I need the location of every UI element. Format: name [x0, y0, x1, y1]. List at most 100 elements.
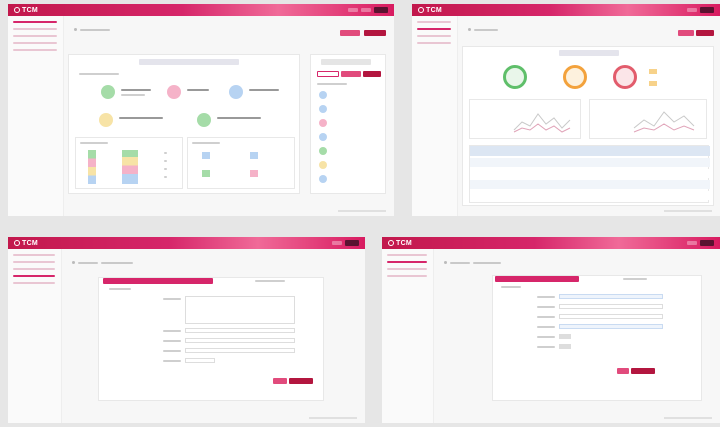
sidebar-item[interactable] — [417, 35, 451, 37]
sidebar-item[interactable] — [13, 35, 57, 37]
file-button[interactable] — [559, 344, 571, 349]
sidebar-item[interactable] — [13, 28, 57, 30]
save-button[interactable] — [289, 378, 313, 384]
line-chart — [633, 111, 695, 133]
logo-mark-icon — [388, 240, 394, 246]
text-field[interactable] — [559, 294, 663, 299]
primary-button[interactable] — [364, 30, 386, 36]
file-button[interactable] — [559, 334, 571, 339]
sidebar-item[interactable] — [13, 268, 55, 270]
tab-active[interactable] — [495, 276, 579, 282]
cancel-button[interactable] — [273, 378, 287, 384]
top-bar: TCM — [8, 237, 365, 249]
notification-icon[interactable] — [687, 241, 697, 245]
top-bar: TCM — [8, 4, 394, 16]
cancel-button[interactable] — [617, 368, 629, 374]
logo: TCM — [418, 5, 442, 15]
sidebar — [382, 249, 434, 423]
primary-button[interactable] — [696, 30, 714, 36]
sidebar-item[interactable] — [13, 282, 55, 284]
text-field[interactable] — [185, 338, 295, 343]
sidebar-item[interactable] — [387, 275, 427, 277]
analytics-panel — [462, 46, 714, 206]
action-button[interactable] — [340, 30, 360, 36]
panel-title — [559, 50, 619, 56]
pink-circle-icon — [167, 85, 181, 99]
logo: TCM — [388, 238, 412, 248]
top-bar: TCM — [412, 4, 720, 16]
sidebar-item[interactable] — [13, 254, 55, 256]
stacked-bar — [88, 150, 96, 184]
line-chart — [513, 113, 571, 133]
sidebar — [8, 249, 62, 423]
text-field[interactable] — [185, 328, 295, 333]
stacked-bar — [122, 150, 138, 184]
breadcrumb — [468, 28, 498, 31]
text-field[interactable] — [559, 324, 663, 329]
action-button[interactable] — [678, 30, 694, 36]
user-menu[interactable] — [700, 240, 714, 246]
main-content — [62, 249, 365, 423]
sidebar-item-analytics[interactable] — [417, 28, 451, 30]
form-panel — [492, 275, 702, 401]
sidebar-item[interactable] — [387, 268, 427, 270]
sidebar-item[interactable] — [417, 42, 451, 44]
panel-title — [139, 59, 239, 65]
green-ring-icon — [503, 65, 527, 89]
tab[interactable] — [623, 278, 647, 280]
notification-icon[interactable] — [687, 8, 697, 12]
tab-active[interactable] — [317, 71, 339, 77]
text-field[interactable] — [185, 358, 215, 363]
sidebar-item[interactable] — [417, 21, 451, 23]
sidebar-item[interactable] — [387, 254, 427, 256]
logo: TCM — [14, 238, 38, 248]
save-button[interactable] — [631, 368, 655, 374]
table-row — [470, 158, 710, 167]
tab[interactable] — [363, 71, 381, 77]
tab-active[interactable] — [103, 278, 213, 284]
activity-panel — [310, 54, 386, 194]
text-field[interactable] — [559, 304, 663, 309]
sidebar-item-dashboard[interactable] — [13, 21, 57, 23]
line-chart-card — [469, 99, 581, 139]
table-row — [470, 180, 710, 189]
sidebar — [8, 16, 64, 216]
sidebar-item[interactable] — [13, 261, 55, 263]
main-content — [434, 249, 720, 423]
user-menu[interactable] — [345, 240, 359, 246]
breadcrumb — [74, 28, 110, 31]
breadcrumb — [444, 261, 501, 264]
sidebar-item[interactable] — [13, 49, 57, 51]
sidebar-item[interactable] — [13, 42, 57, 44]
breadcrumb — [72, 261, 133, 264]
table-row — [470, 191, 710, 200]
sidebar — [412, 16, 458, 216]
sidebar-item-users[interactable] — [387, 261, 427, 263]
chart-card — [187, 137, 295, 189]
settings-icon[interactable] — [361, 8, 371, 12]
analytics-screenshot: TCM — [412, 4, 720, 216]
green-circle-icon — [101, 85, 115, 99]
table-header — [470, 146, 710, 156]
tab[interactable] — [341, 71, 361, 77]
main-content — [458, 16, 720, 216]
user-menu[interactable] — [700, 7, 714, 13]
user-menu[interactable] — [374, 7, 388, 13]
sidebar-item-tasks[interactable] — [13, 275, 55, 277]
description-field[interactable] — [185, 296, 295, 324]
text-field[interactable] — [559, 314, 663, 319]
notification-icon[interactable] — [348, 8, 358, 12]
text-field[interactable] — [185, 348, 295, 353]
table-row — [470, 169, 710, 178]
data-table — [469, 145, 710, 203]
logo-mark-icon — [418, 7, 424, 13]
chart-card — [75, 137, 183, 189]
orange-ring-icon — [563, 65, 587, 89]
user-form-screenshot: TCM — [382, 237, 720, 423]
red-ring-icon — [613, 65, 637, 89]
notification-icon[interactable] — [332, 241, 342, 245]
yellow-circle-icon — [99, 113, 113, 127]
tab[interactable] — [255, 280, 285, 282]
blue-circle-icon — [229, 85, 243, 99]
main-content — [64, 16, 394, 216]
